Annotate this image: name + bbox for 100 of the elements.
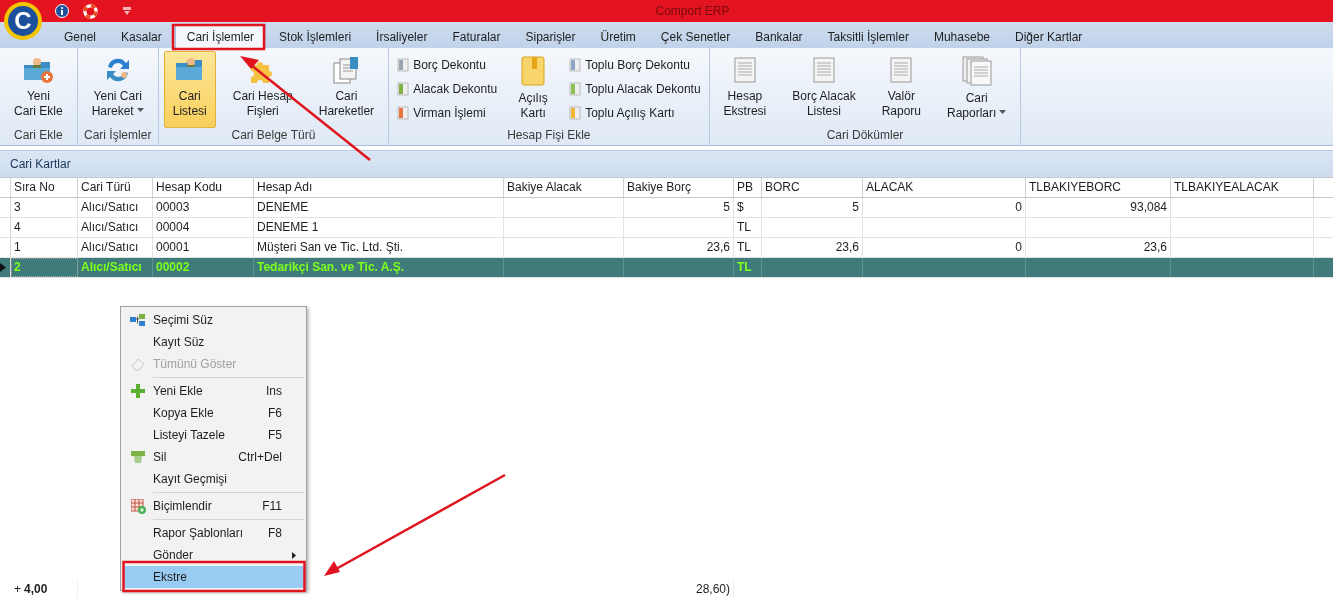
column-header[interactable]: Sıra No — [11, 178, 78, 197]
menu-item[interactable]: Ekstre — [123, 566, 304, 588]
column-header[interactable]: Cari Türü — [78, 178, 153, 197]
ribbon-tab[interactable]: Bankalar — [743, 24, 815, 48]
flag-icon — [569, 57, 582, 72]
group-label: Cari Belge Türü — [230, 128, 317, 144]
menu-item[interactable]: Sil Ctrl+Del — [123, 446, 304, 468]
table-cell: 00001 — [156, 240, 190, 254]
ribbon-button[interactable]: Borç Dekontu — [394, 53, 501, 76]
ribbon-tab[interactable]: Genel — [52, 24, 109, 48]
table-cell: Alıcı/Satıcı — [81, 240, 139, 254]
menu-item[interactable]: Gönder — [123, 544, 304, 566]
table-cell: 5 — [852, 200, 859, 214]
table-cell: 5 — [723, 200, 730, 214]
ribbon-tab[interactable]: Muhasebe — [921, 24, 1002, 48]
filter-icon — [130, 314, 146, 326]
table-cell: DENEME — [257, 200, 309, 214]
menu-item[interactable]: Kayıt Süz — [123, 331, 304, 353]
column-header[interactable]: Bakiye Borç — [624, 178, 734, 197]
column-header[interactable]: BORC — [762, 178, 863, 197]
table-cell: 00003 — [156, 200, 190, 214]
table-cell: 2 — [14, 260, 21, 274]
table-cell: 4 — [14, 220, 21, 234]
column-header[interactable]: TLBAKIYEBORC — [1026, 178, 1171, 197]
table-cell: 00004 — [156, 220, 190, 234]
total-value: 28,60) — [695, 581, 730, 596]
group-label: Hesap Fişi Ekle — [506, 128, 592, 144]
ribbon-button[interactable]: Yeni Cari Hareket — [82, 51, 153, 128]
ribbon-button[interactable]: Toplu Borç Dekontu — [566, 53, 704, 76]
ribbon-button[interactable]: Valör Raporu — [872, 51, 930, 128]
flag-icon — [397, 81, 410, 96]
column-header[interactable]: Hesap Kodu — [153, 178, 254, 197]
column-header[interactable]: ALACAK — [863, 178, 1026, 197]
row-count: 4,00 — [24, 580, 48, 598]
table-cell: 23,6 — [706, 240, 730, 254]
table-cell: 0 — [1015, 240, 1022, 254]
window-title: Comport ERP — [654, 4, 731, 18]
table-cell: 23,6 — [1143, 240, 1167, 254]
table-cell: 93,084 — [1130, 200, 1167, 214]
table-cell: TL — [737, 220, 751, 234]
flag-icon — [397, 57, 410, 72]
column-header[interactable]: PB — [734, 178, 762, 197]
flag-icon — [397, 105, 410, 120]
table-cell: $ — [737, 200, 744, 214]
column-header[interactable]: TLBAKIYEALACAK — [1171, 178, 1314, 197]
ribbon-tab[interactable]: Çek Senetler — [648, 24, 743, 48]
caret-icon — [999, 109, 1007, 114]
ribbon-button[interactable]: Alacak Dekontu — [394, 77, 501, 100]
table-cell: TL — [737, 260, 752, 274]
table-cell: 3 — [14, 200, 21, 214]
menu-item[interactable]: Kayıt Geçmişi — [123, 468, 304, 490]
row-pointer-icon — [0, 263, 6, 272]
table-row[interactable]: 4 Alıcı/Satıcı 00004 DENEME 1 TL — [0, 218, 1333, 238]
table-row[interactable]: 3 Alıcı/Satıcı 00003 DENEME 5 $ 5 0 93,084 — [0, 198, 1333, 218]
ribbon-tab[interactable]: Taksitli İşlemler — [815, 24, 921, 48]
submenu-arrow-icon — [292, 551, 296, 559]
table-cell: Tedarikçi San. ve Tic. A.Ş. — [257, 260, 405, 274]
ribbon-button[interactable]: Toplu Alacak Dekontu — [566, 77, 704, 100]
ribbon-tab[interactable]: Cari İşlemler — [174, 24, 267, 48]
ribbon-button[interactable]: Cari Hareketler — [309, 51, 384, 128]
menu-item[interactable]: Kopya Ekle F6 — [123, 402, 304, 424]
menu-item[interactable]: Listeyi Tazele F5 — [123, 424, 304, 446]
ribbon-button[interactable]: Virman İşlemi — [394, 101, 501, 124]
ribbon-button[interactable]: Toplu Açılış Kartı — [566, 101, 704, 124]
column-header[interactable]: Hesap Adı — [254, 178, 504, 197]
ribbon-button[interactable]: Yeni Cari Ekle — [5, 51, 72, 128]
ribbon-button[interactable]: Cari Listesi — [163, 51, 216, 128]
caret-icon — [136, 107, 144, 112]
document-icon — [888, 55, 915, 85]
ribbon-tab[interactable]: Stok İşlemleri — [267, 24, 364, 48]
ribbon-button[interactable]: Hesap Ekstresi — [714, 51, 776, 128]
menu-item[interactable]: Seçimi Süz — [123, 309, 304, 331]
table-cell: DENEME 1 — [257, 220, 319, 234]
ribbon-tab[interactable]: Faturalar — [440, 24, 513, 48]
table-format-icon — [130, 498, 146, 514]
column-header[interactable]: Bakiye Alacak — [504, 178, 624, 197]
lifebuoy-icon[interactable] — [83, 3, 98, 19]
table-row[interactable]: 2 Alıcı/Satıcı 00002 Tedarikçi San. ve Tic. A.Ş. TL — [0, 258, 1333, 278]
folder-icon — [22, 55, 55, 85]
table-cell: Müşteri San ve Tic. Ltd. Şti. — [257, 240, 404, 254]
group-label: Cari İşlemler — [83, 128, 153, 144]
ribbon-tab[interactable]: Üretim — [588, 24, 648, 48]
ribbon-tab[interactable]: Siparişler — [513, 24, 588, 48]
table-cell: Alıcı/Satıcı — [81, 200, 139, 214]
ribbon-tab[interactable]: Kasalar — [109, 24, 174, 48]
table-cell: 0 — [1015, 200, 1022, 214]
group-label: Cari Dökümler — [825, 128, 905, 144]
ribbon-tab[interactable]: İrsaliyeler — [364, 24, 440, 48]
panel-title: Cari Kartlar — [10, 157, 71, 171]
table-cell: TL — [737, 240, 751, 254]
app-logo[interactable]: C — [4, 2, 42, 40]
ribbon-button[interactable]: Açılış Kartı — [508, 51, 559, 128]
table-cell: 1 — [14, 240, 21, 254]
info-icon[interactable] — [55, 4, 69, 18]
ribbon-button[interactable]: Cari Raporları — [938, 51, 1016, 128]
ribbon-tab[interactable]: Diğer Kartlar — [1003, 24, 1095, 48]
group-label: Cari Ekle — [13, 128, 64, 144]
ribbon-button[interactable]: Borç Alacak Listesi — [783, 51, 865, 128]
sum-sign: + — [14, 580, 21, 598]
documents-icon — [960, 55, 993, 87]
